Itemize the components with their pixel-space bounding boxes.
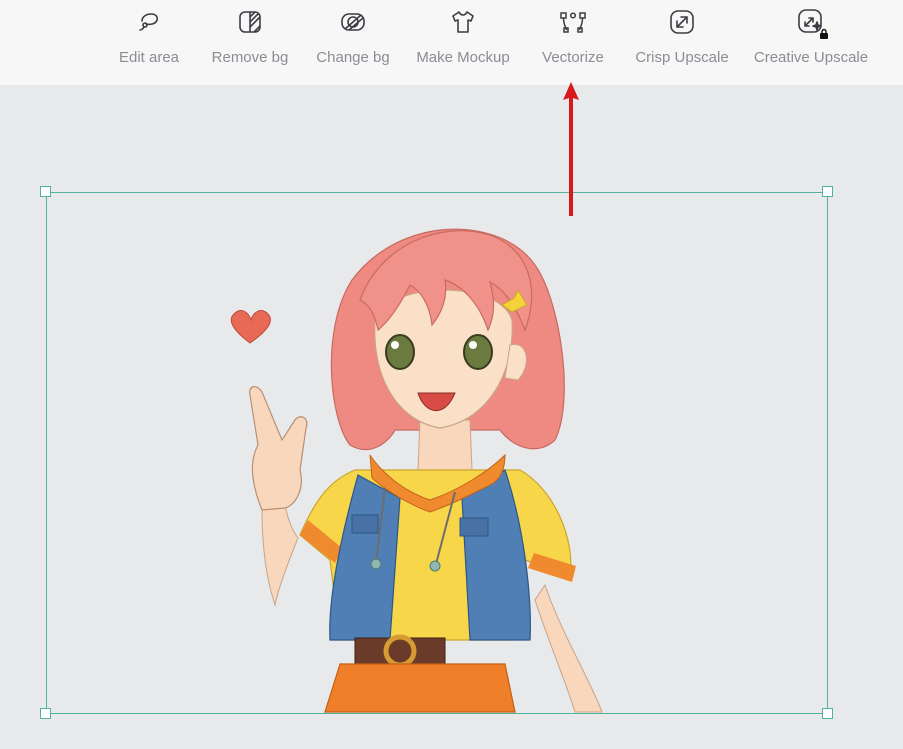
change-bg-icon — [339, 8, 367, 36]
lock-icon — [820, 28, 828, 39]
vector-nodes-icon — [559, 8, 587, 36]
canvas-area[interactable] — [0, 85, 903, 749]
remove-bg-button[interactable]: Remove bg — [204, 0, 296, 85]
change-bg-button[interactable]: Change bg — [307, 0, 399, 85]
resize-handle-bottom-right[interactable] — [822, 708, 833, 719]
vectorize-button[interactable]: Vectorize — [533, 0, 613, 85]
tshirt-icon — [449, 8, 477, 36]
expand-arrow-icon — [668, 8, 696, 36]
edit-area-label: Edit area — [118, 49, 180, 66]
toolbar: Edit area Remove bg Change bg Make Mocku… — [0, 0, 903, 85]
make-mockup-button[interactable]: Make Mockup — [408, 0, 518, 85]
resize-handle-bottom-left[interactable] — [40, 708, 51, 719]
make-mockup-label: Make Mockup — [416, 49, 510, 66]
resize-handle-top-right[interactable] — [822, 186, 833, 197]
edit-area-button[interactable]: Edit area — [110, 0, 188, 85]
resize-handle-top-left[interactable] — [40, 186, 51, 197]
selection-box[interactable] — [46, 192, 828, 714]
sparkle-upscale-icon — [797, 8, 828, 39]
remove-bg-label: Remove bg — [211, 49, 289, 66]
crisp-upscale-label: Crisp Upscale — [635, 49, 729, 66]
red-pointer-arrow — [563, 82, 579, 216]
lasso-icon — [135, 8, 163, 36]
creative-upscale-button[interactable]: Creative Upscale — [748, 0, 874, 85]
creative-upscale-label: Creative Upscale — [753, 49, 869, 66]
remove-bg-icon — [236, 8, 264, 36]
crisp-upscale-button[interactable]: Crisp Upscale — [628, 0, 736, 85]
change-bg-label: Change bg — [316, 49, 390, 66]
vectorize-label: Vectorize — [542, 49, 604, 66]
